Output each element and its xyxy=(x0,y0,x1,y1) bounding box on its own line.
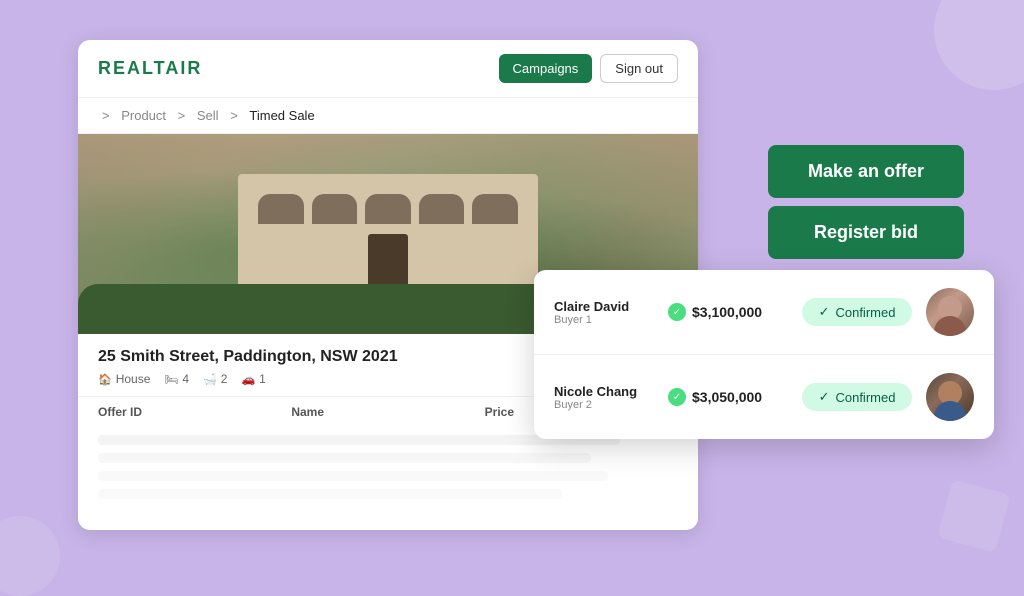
campaigns-button[interactable]: Campaigns xyxy=(499,54,593,83)
signout-button[interactable]: Sign out xyxy=(600,54,678,83)
confirmed-label-2: Confirmed xyxy=(835,390,895,405)
avatar-body-1 xyxy=(934,316,966,336)
price-check-icon-1: ✓ xyxy=(668,303,686,321)
baths-count: 2 xyxy=(221,372,228,386)
offers-card: Claire David Buyer 1 ✓ $3,100,000 ✓ Conf… xyxy=(534,270,994,439)
avatar-body-2 xyxy=(934,401,966,421)
confirmed-badge-2: ✓ Confirmed xyxy=(802,383,912,411)
offer-row-1: Claire David Buyer 1 ✓ $3,100,000 ✓ Conf… xyxy=(534,270,994,355)
breadcrumb-timed-sale: Timed Sale xyxy=(249,108,314,123)
buyer-name-1: Claire David xyxy=(554,299,654,314)
buyer-name-2: Nicole Chang xyxy=(554,384,654,399)
price-value-2: $3,050,000 xyxy=(692,389,762,405)
table-row-placeholder-2 xyxy=(98,453,591,463)
bed-icon: 🛏 xyxy=(164,373,178,386)
confirmed-label-1: Confirmed xyxy=(835,305,895,320)
beds-count: 4 xyxy=(182,372,189,386)
col-name: Name xyxy=(291,405,484,419)
breadcrumb-sell[interactable]: Sell xyxy=(197,108,219,123)
offer-row-2: Nicole Chang Buyer 2 ✓ $3,050,000 ✓ Conf… xyxy=(534,355,994,439)
buyer-role-2: Buyer 2 xyxy=(554,399,654,411)
breadcrumb: > Product > Sell > Timed Sale xyxy=(78,98,698,134)
col-offer-id: Offer ID xyxy=(98,405,291,419)
bath-icon: 🛁 xyxy=(203,373,217,386)
price-area-1: ✓ $3,100,000 xyxy=(668,303,788,321)
avatar-2 xyxy=(926,373,974,421)
action-buttons: Make an offer Register bid xyxy=(768,145,964,259)
buyer-role-1: Buyer 1 xyxy=(554,314,654,326)
breadcrumb-sep3: > xyxy=(230,108,238,123)
property-type-label: House xyxy=(116,372,151,386)
breadcrumb-sep2: > xyxy=(178,108,186,123)
property-baths: 🛁 2 xyxy=(203,372,227,386)
price-check-icon-2: ✓ xyxy=(668,388,686,406)
confirmed-check-2: ✓ xyxy=(819,389,830,405)
logo: REALTAIR xyxy=(98,58,202,79)
buyer-info-2: Nicole Chang Buyer 2 xyxy=(554,384,654,411)
avatar-1 xyxy=(926,288,974,336)
confirmed-check-1: ✓ xyxy=(819,304,830,320)
register-bid-button[interactable]: Register bid xyxy=(768,206,964,259)
table-rows xyxy=(78,435,698,499)
property-parking: 🚗 1 xyxy=(241,372,265,386)
breadcrumb-sep1: > xyxy=(102,108,110,123)
breadcrumb-product[interactable]: Product xyxy=(121,108,166,123)
nav-right: Campaigns Sign out xyxy=(499,54,678,83)
house-icon: 🏠 xyxy=(98,373,112,386)
confirmed-badge-1: ✓ Confirmed xyxy=(802,298,912,326)
table-row-placeholder-3 xyxy=(98,471,608,481)
table-row-placeholder-4 xyxy=(98,489,562,499)
price-area-2: ✓ $3,050,000 xyxy=(668,388,788,406)
buyer-info-1: Claire David Buyer 1 xyxy=(554,299,654,326)
make-offer-button[interactable]: Make an offer xyxy=(768,145,964,198)
parking-count: 1 xyxy=(259,372,266,386)
price-value-1: $3,100,000 xyxy=(692,304,762,320)
property-beds: 🛏 4 xyxy=(164,372,189,386)
property-type: 🏠 House xyxy=(98,372,150,386)
car-icon: 🚗 xyxy=(241,373,255,386)
navbar: REALTAIR Campaigns Sign out xyxy=(78,40,698,98)
